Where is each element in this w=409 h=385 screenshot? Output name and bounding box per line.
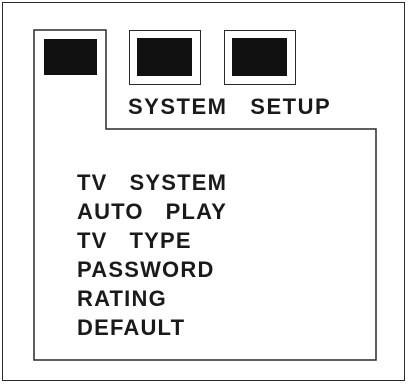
tab-2[interactable] [129,30,201,85]
menu-item-tv-system[interactable]: TV SYSTEM [77,168,227,197]
tab-1-icon[interactable] [44,39,97,75]
tab-3-icon [232,38,287,76]
setup-menu: TV SYSTEM AUTO PLAY TV TYPE PASSWORD RAT… [77,168,227,342]
menu-item-password[interactable]: PASSWORD [77,255,227,284]
menu-item-rating[interactable]: RATING [77,284,227,313]
menu-item-auto-play[interactable]: AUTO PLAY [77,197,227,226]
menu-item-tv-type[interactable]: TV TYPE [77,226,227,255]
tab-2-icon [137,38,192,76]
tab-3[interactable] [224,30,296,85]
page-title: SYSTEM SETUP [128,94,332,119]
menu-item-default[interactable]: DEFAULT [77,313,227,342]
